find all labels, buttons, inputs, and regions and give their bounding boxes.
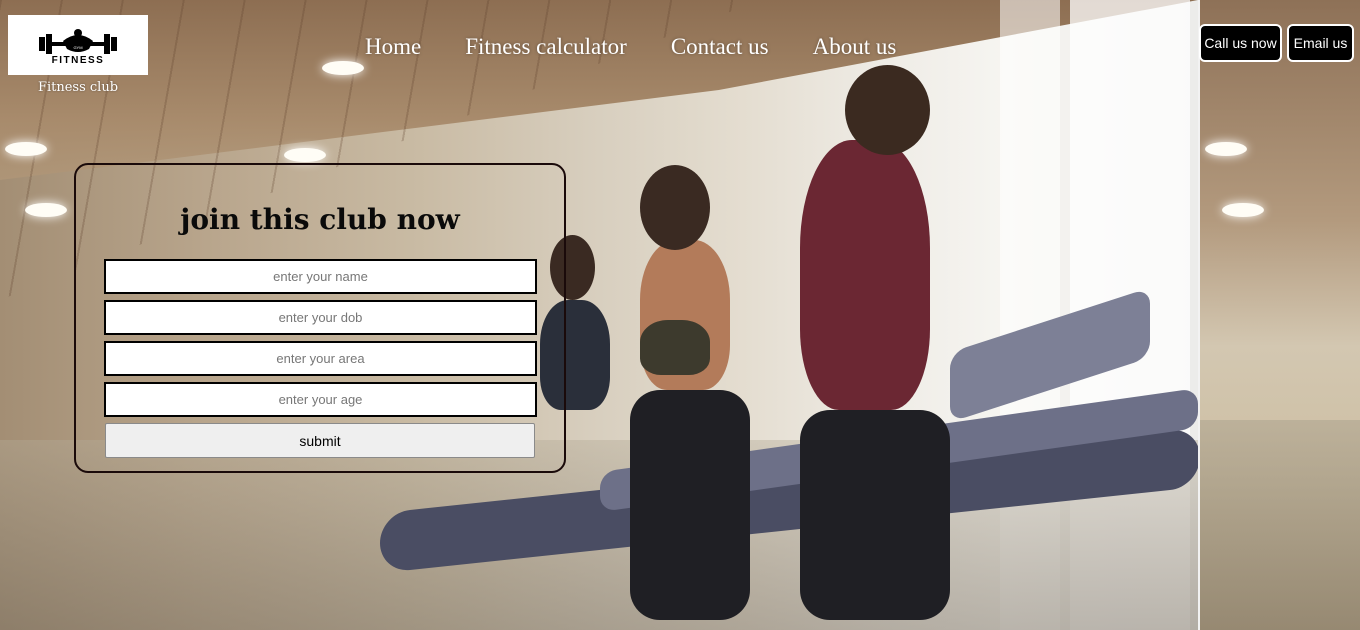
main-nav: Home Fitness calculator Contact us About… xyxy=(343,30,918,64)
area-input[interactable] xyxy=(104,341,537,376)
runner-woman-head xyxy=(640,165,710,250)
call-us-button[interactable]: Call us now xyxy=(1199,24,1282,62)
ceiling-light xyxy=(25,203,67,217)
age-input[interactable] xyxy=(104,382,537,417)
ceiling-light xyxy=(284,148,326,162)
runner-woman-legs xyxy=(630,390,750,620)
ceiling-light xyxy=(1205,142,1247,156)
gym-floor-side xyxy=(1200,420,1360,630)
runner-man xyxy=(800,140,930,410)
submit-button[interactable]: submit xyxy=(105,423,535,458)
runner-woman-top xyxy=(640,320,710,375)
nav-about-us[interactable]: About us xyxy=(791,30,919,64)
nav-contact-us[interactable]: Contact us xyxy=(649,30,791,64)
runner-man-legs xyxy=(800,410,950,620)
runner-man-head xyxy=(845,65,930,155)
brand-caption: Fitness club xyxy=(37,80,119,95)
dumbbell-logo-icon: GYM FITNESS xyxy=(39,29,117,65)
ceiling-light xyxy=(1222,203,1264,217)
ceiling-light xyxy=(5,142,47,156)
svg-text:GYM: GYM xyxy=(73,45,82,50)
form-title: join this club now xyxy=(180,203,460,236)
dob-input[interactable] xyxy=(104,300,537,335)
nav-fitness-calculator[interactable]: Fitness calculator xyxy=(443,30,649,64)
svg-text:FITNESS: FITNESS xyxy=(52,55,105,65)
logo[interactable]: GYM FITNESS xyxy=(8,15,148,75)
name-input[interactable] xyxy=(104,259,537,294)
nav-home[interactable]: Home xyxy=(343,30,443,64)
email-us-button[interactable]: Email us xyxy=(1287,24,1354,62)
